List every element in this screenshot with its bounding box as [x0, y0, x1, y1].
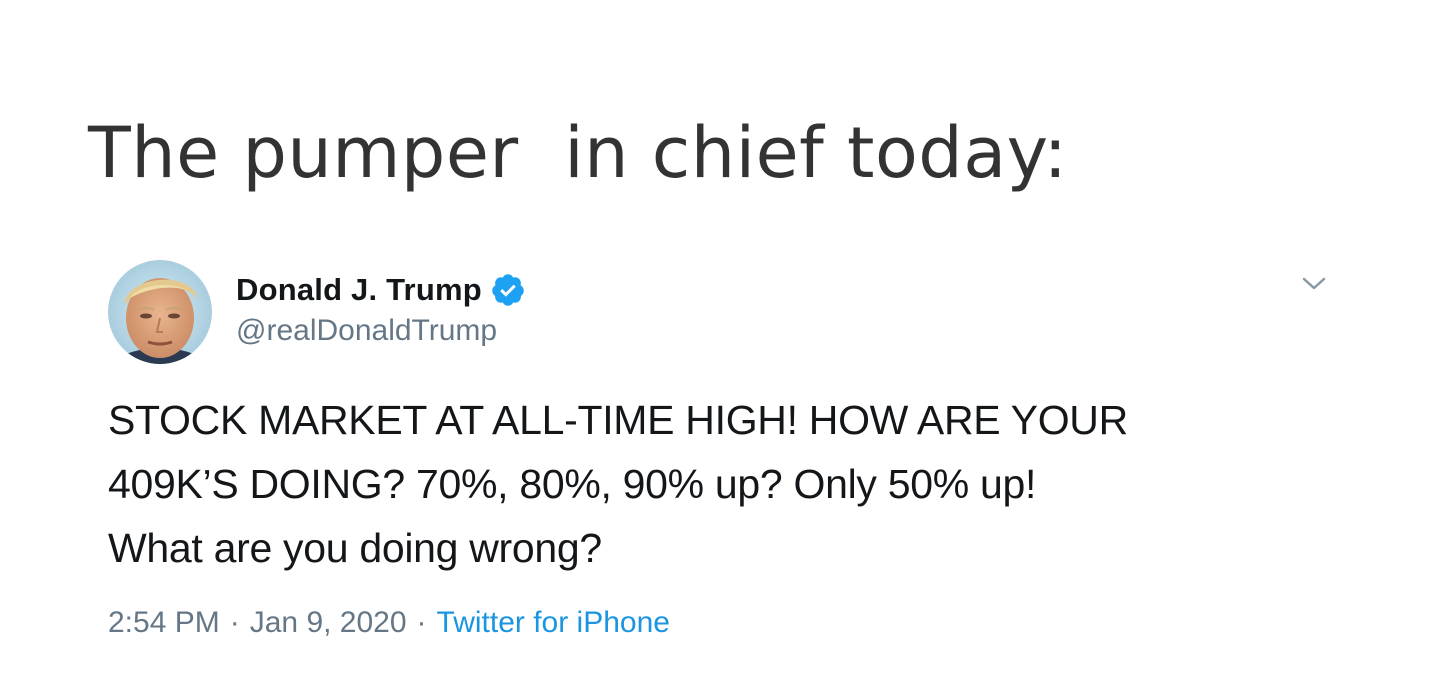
author-display-name[interactable]: Donald J. Trump [236, 272, 482, 308]
tweet-date[interactable]: Jan 9, 2020 [250, 606, 407, 639]
tweet-text: STOCK MARKET AT ALL-TIME HIGH! HOW ARE Y… [108, 388, 1338, 580]
meta-separator: · [416, 606, 427, 639]
tweet-source-link[interactable]: Twitter for iPhone [437, 606, 670, 639]
tweet-card: Donald J. Trump @realDonaldTrump STOCK M… [0, 240, 1440, 698]
chevron-down-icon[interactable] [1300, 272, 1328, 296]
avatar-image [108, 260, 212, 364]
meme-caption: The pumper in chief today: [88, 112, 1068, 194]
author-handle[interactable]: @realDonaldTrump [236, 314, 497, 348]
tweet-time[interactable]: 2:54 PM [108, 606, 220, 639]
meta-separator: · [229, 606, 240, 639]
author-name-row[interactable]: Donald J. Trump [236, 270, 526, 310]
tweet-text-line: 409K’S DOING? 70%, 80%, 90% up? Only 50%… [108, 461, 1037, 507]
tweet-text-line: What are you doing wrong? [108, 525, 602, 571]
tweet-text-line: STOCK MARKET AT ALL-TIME HIGH! HOW ARE Y… [108, 397, 1128, 443]
verified-badge-icon [490, 272, 526, 308]
tweet-metadata: 2:54 PM · Jan 9, 2020 · Twitter for iPhone [108, 606, 670, 640]
avatar[interactable] [108, 260, 212, 364]
